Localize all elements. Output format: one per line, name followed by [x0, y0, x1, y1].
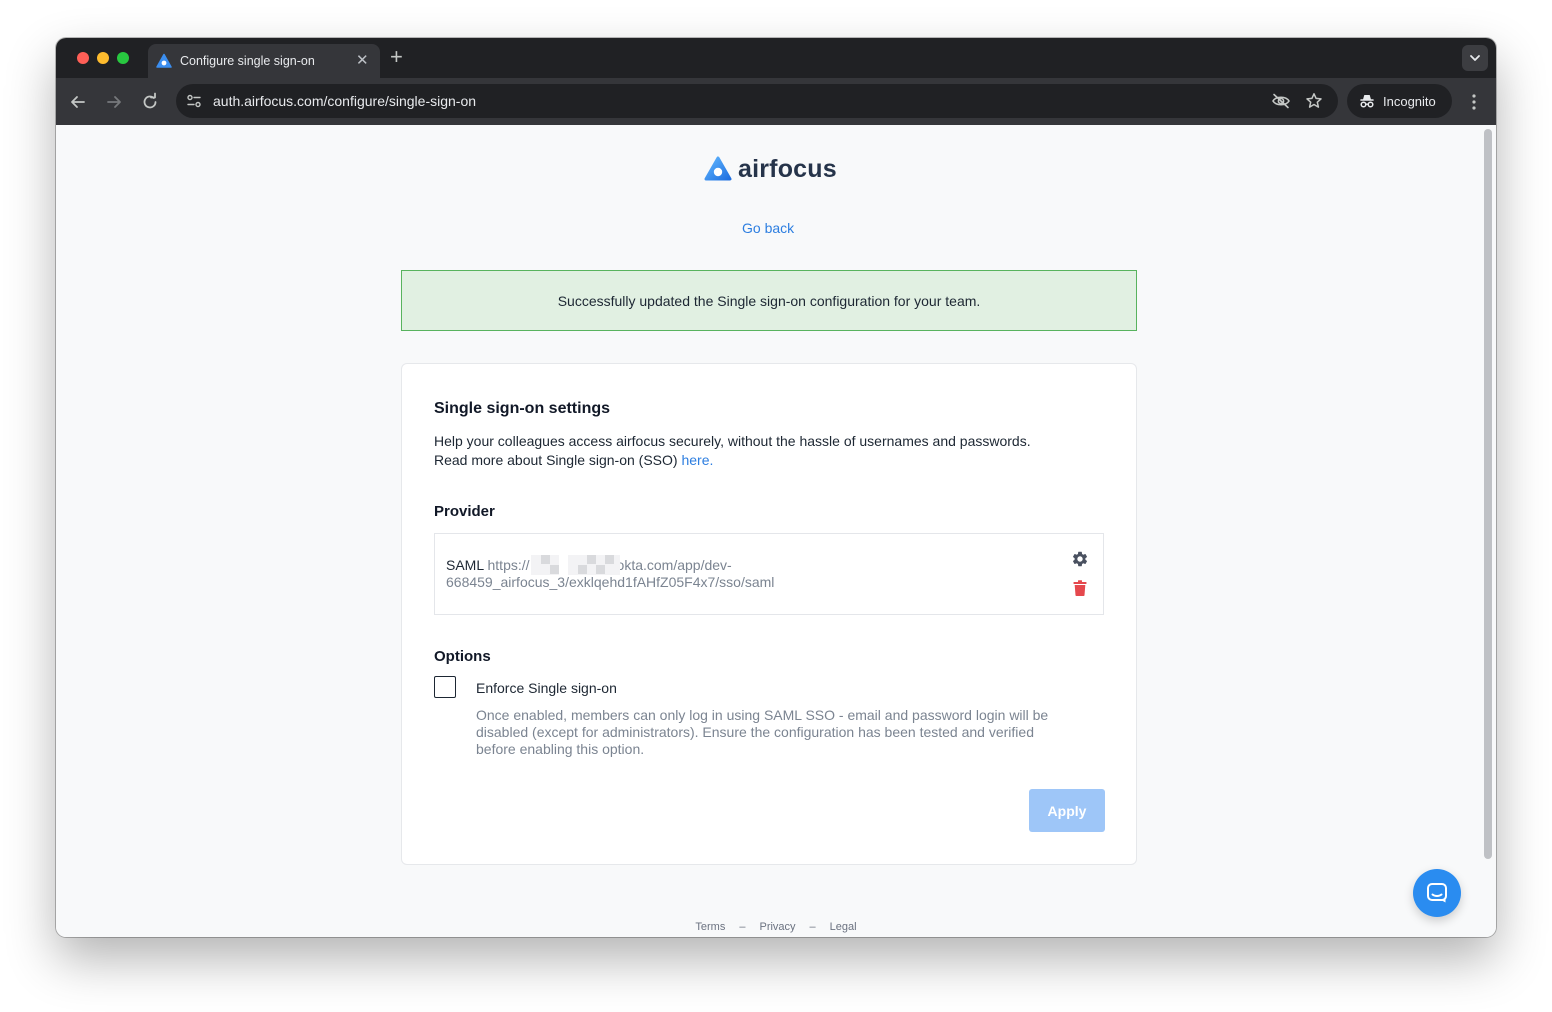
- success-alert: Successfully updated the Single sign-on …: [401, 270, 1137, 331]
- gear-icon[interactable]: [1071, 550, 1089, 568]
- browser-window: Configure single sign-on ✕ + auth.airfoc…: [56, 38, 1496, 937]
- tab-search-button[interactable]: [1462, 45, 1488, 71]
- footer-links: Terms – Privacy – Legal: [56, 921, 1496, 933]
- description-text: Read more about Single sign-on (SSO): [434, 452, 678, 468]
- card-title: Single sign-on settings: [434, 400, 611, 417]
- forward-arrow-icon[interactable]: [104, 92, 124, 112]
- address-bar[interactable]: auth.airfocus.com/configure/single-sign-…: [176, 84, 1338, 118]
- new-tab-button[interactable]: +: [390, 45, 403, 69]
- provider-heading: Provider: [434, 503, 495, 520]
- enforce-sso-help: Once enabled, members can only log in us…: [476, 707, 1049, 757]
- card-description: Help your colleagues access airfocus sec…: [434, 432, 1114, 470]
- chat-icon: [1427, 883, 1447, 903]
- alert-message: Successfully updated the Single sign-on …: [557, 293, 981, 309]
- enforce-sso-label[interactable]: Enforce Single sign-on: [476, 680, 617, 696]
- provider-type: SAML: [446, 557, 484, 573]
- enforce-sso-checkbox[interactable]: [434, 676, 456, 698]
- provider-url-prefix: https://: [487, 557, 530, 573]
- sso-settings-card: Single sign-on settings Help your collea…: [401, 363, 1137, 865]
- tab-close-icon[interactable]: ✕: [356, 52, 369, 70]
- browser-toolbar: auth.airfocus.com/configure/single-sign-…: [56, 78, 1496, 125]
- footer-separator: –: [809, 921, 816, 933]
- chat-launcher-button[interactable]: [1413, 869, 1461, 917]
- legal-link[interactable]: Legal: [830, 921, 857, 933]
- incognito-icon: [1360, 95, 1374, 108]
- footer-separator: –: [739, 921, 746, 933]
- airfocus-logo-icon: [704, 156, 732, 181]
- brand-name: airfocus: [738, 155, 837, 183]
- terms-link[interactable]: Terms: [695, 921, 725, 933]
- close-window-button[interactable]: [77, 52, 89, 64]
- airfocus-logo-icon: [156, 53, 172, 68]
- tab-title: Configure single sign-on: [180, 54, 315, 68]
- more-menu-icon[interactable]: [1466, 92, 1482, 112]
- chevron-down-icon: [1470, 55, 1480, 61]
- redacted-area: [531, 555, 559, 575]
- reload-icon[interactable]: [140, 92, 160, 112]
- back-arrow-icon[interactable]: [68, 92, 88, 112]
- url-text[interactable]: auth.airfocus.com/configure/single-sign-…: [213, 93, 476, 109]
- apply-button[interactable]: Apply: [1029, 789, 1105, 832]
- site-settings-icon[interactable]: [186, 93, 202, 109]
- privacy-link[interactable]: Privacy: [759, 921, 795, 933]
- incognito-label: Incognito: [1383, 94, 1436, 109]
- eye-off-icon[interactable]: [1271, 93, 1291, 109]
- description-line-2: Read more about Single sign-on (SSO) her…: [434, 451, 1114, 470]
- description-line: Help your colleagues access airfocus sec…: [434, 433, 1031, 449]
- bookmark-star-icon[interactable]: [1305, 92, 1323, 110]
- vertical-scrollbar[interactable]: [1484, 129, 1492, 859]
- options-heading: Options: [434, 648, 491, 665]
- trash-icon[interactable]: [1073, 580, 1087, 596]
- browser-tab[interactable]: Configure single sign-on ✕: [148, 44, 380, 78]
- go-back-link[interactable]: Go back: [742, 220, 794, 236]
- sso-docs-link[interactable]: here.: [681, 452, 713, 468]
- redacted-area: [568, 555, 620, 575]
- incognito-indicator[interactable]: Incognito: [1347, 84, 1452, 118]
- provider-item: SAML https://okta.com/app/dev-668459_air…: [434, 533, 1104, 615]
- minimize-window-button[interactable]: [97, 52, 109, 64]
- tab-strip: Configure single sign-on ✕ +: [56, 38, 1496, 78]
- page-viewport: airfocus Go back Successfully updated th…: [56, 125, 1496, 937]
- maximize-window-button[interactable]: [117, 52, 129, 64]
